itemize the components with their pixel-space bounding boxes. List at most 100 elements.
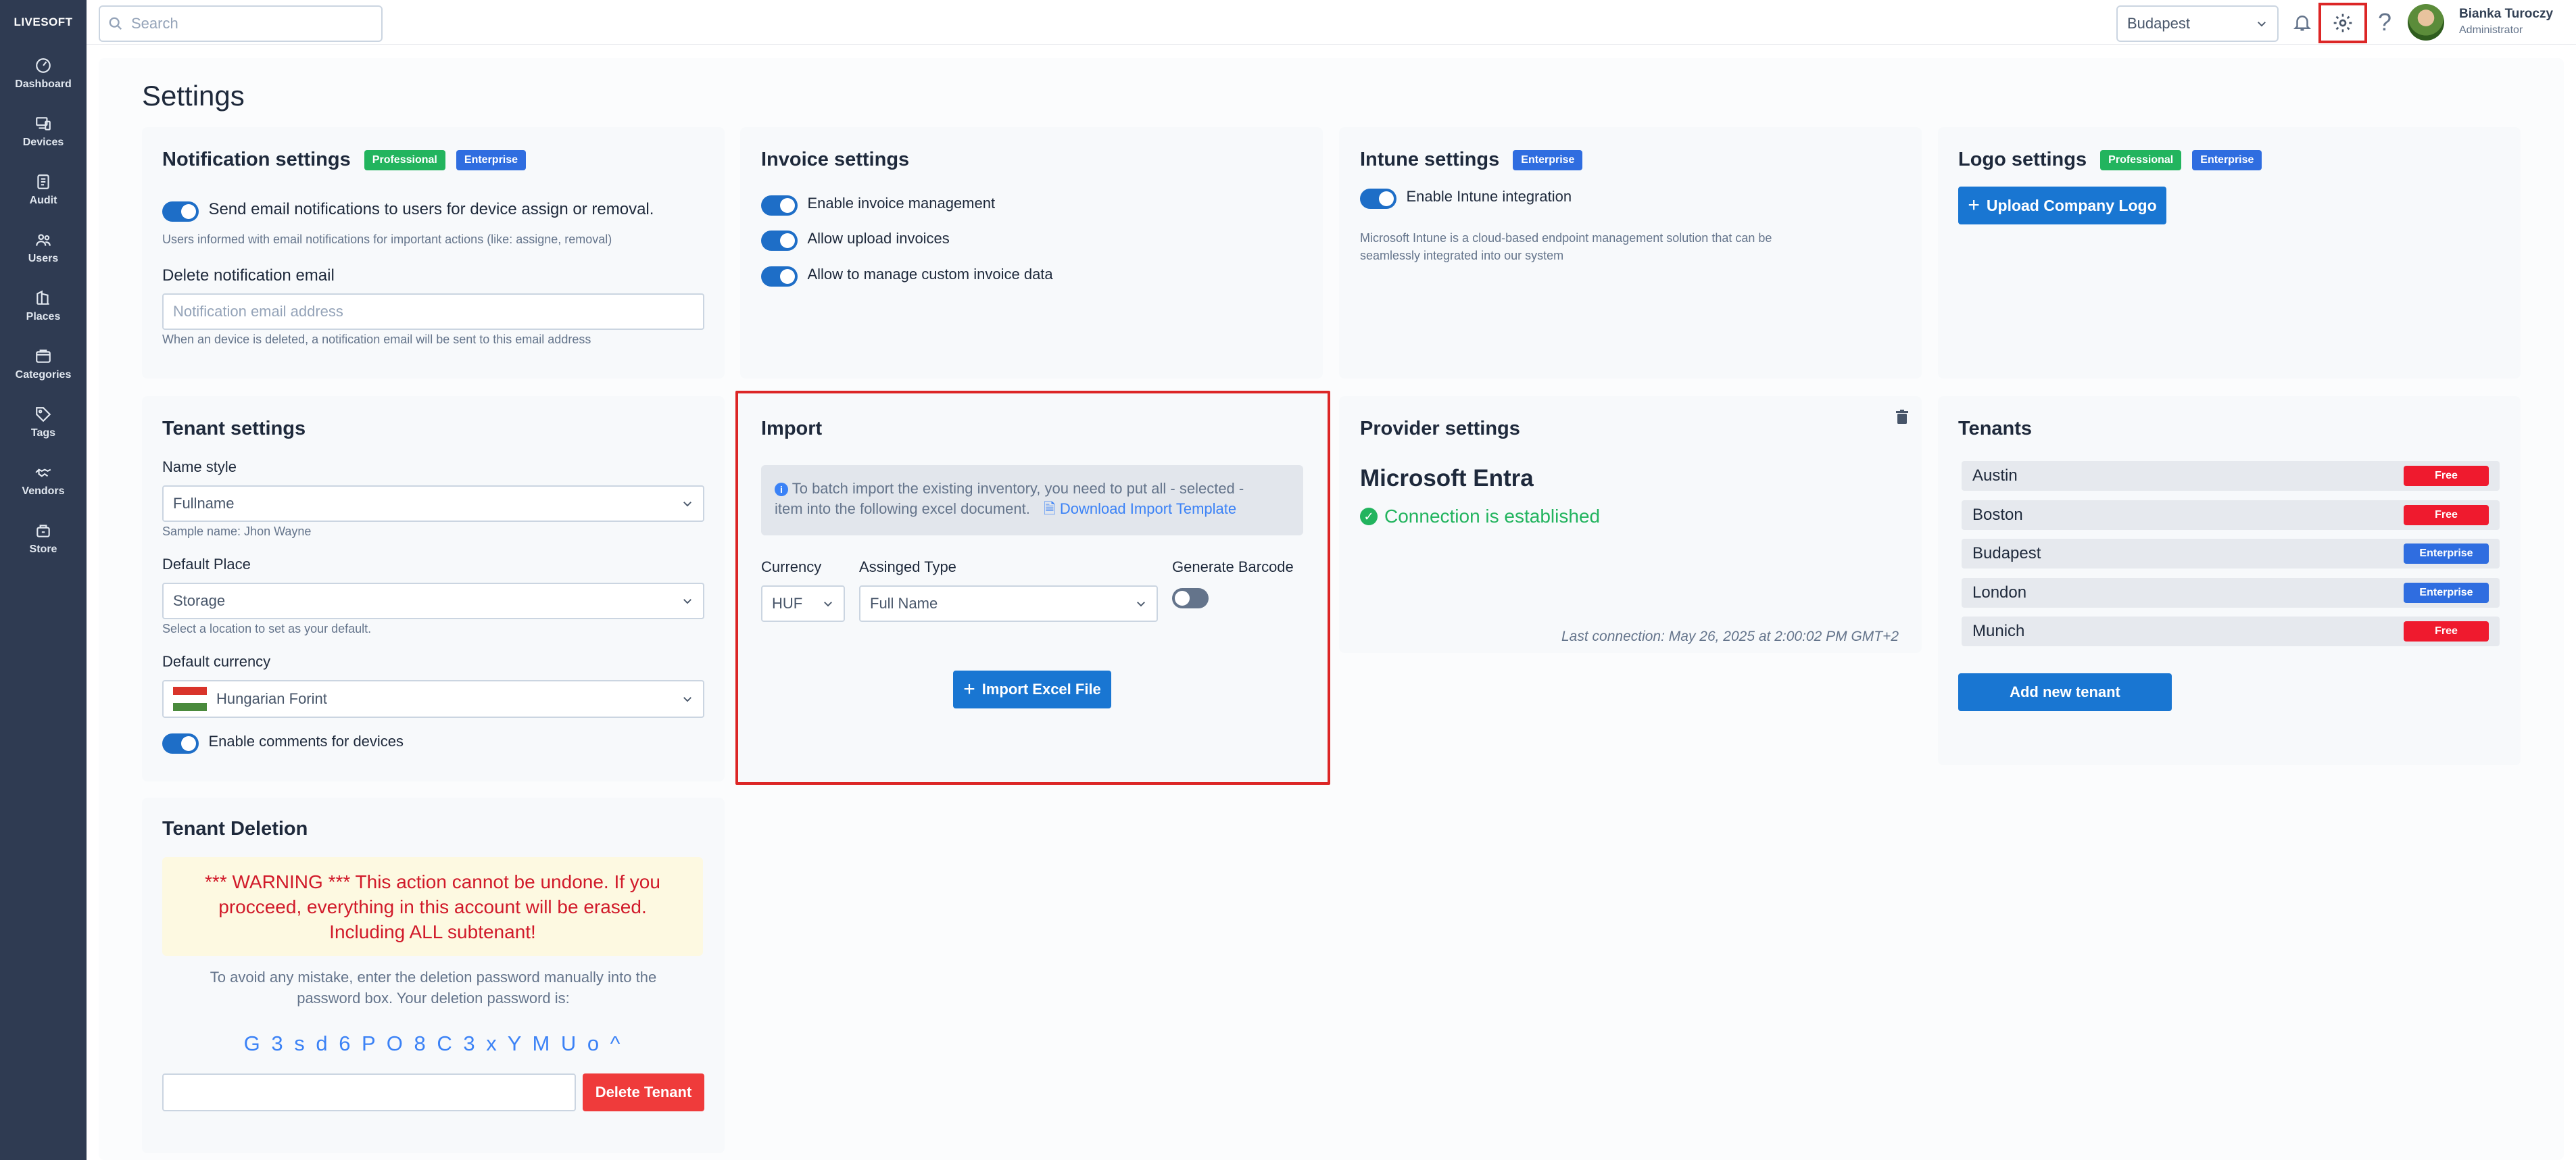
deletion-password: G 3 s d 6 P O 8 C 3 x Y M U o ^ bbox=[243, 1032, 623, 1055]
tenant-name: Budapest bbox=[1972, 544, 2041, 562]
upload-logo-button[interactable]: + Upload Company Logo bbox=[1958, 187, 2166, 224]
tag-icon bbox=[36, 407, 51, 422]
email-notification-toggle[interactable] bbox=[162, 201, 199, 222]
deletion-password-input[interactable] bbox=[173, 1084, 565, 1101]
delete-tenant-button[interactable]: Delete Tenant bbox=[583, 1073, 704, 1111]
delete-provider-button[interactable] bbox=[1894, 408, 1910, 427]
enterprise-badge: Enterprise bbox=[1513, 150, 1583, 171]
audit-icon bbox=[37, 174, 49, 189]
import-info-text: i To batch import the existing inventory… bbox=[775, 479, 1244, 519]
tenants-title: Tenants bbox=[1958, 418, 2033, 439]
assigned-type-select[interactable]: Full Name bbox=[859, 585, 1158, 622]
toggle-label: Send email notifications to users for de… bbox=[208, 200, 654, 218]
tenant-deletion-title: Tenant Deletion bbox=[162, 818, 308, 840]
tenant-name: Boston bbox=[1972, 506, 2023, 524]
default-currency-select[interactable]: Hungarian Forint bbox=[162, 680, 704, 718]
plan-badge: Enterprise bbox=[2404, 543, 2489, 564]
tenant-row[interactable]: London Enterprise bbox=[1962, 578, 2500, 608]
plan-badge: Enterprise bbox=[2404, 583, 2489, 603]
avatar[interactable] bbox=[2408, 4, 2444, 41]
chevron-down-icon bbox=[2258, 22, 2266, 27]
notification-email-input[interactable] bbox=[173, 303, 694, 320]
sidebar-item-dashboard[interactable]: Dashboard bbox=[0, 45, 87, 103]
sidebar-item-label: Audit bbox=[29, 195, 57, 206]
toggle-label: Enable Intune integration bbox=[1406, 188, 1572, 205]
warning-line: *** WARNING *** This action cannot be un… bbox=[205, 871, 660, 892]
tenant-row[interactable]: Boston Free bbox=[1962, 500, 2500, 530]
tenant-row[interactable]: Budapest Enterprise bbox=[1962, 539, 2500, 569]
sidebar-item-store[interactable]: Store bbox=[0, 510, 87, 568]
deletion-password-field[interactable] bbox=[162, 1073, 576, 1111]
intune-integration-toggle[interactable] bbox=[1360, 188, 1396, 209]
page-title: Settings bbox=[142, 80, 245, 112]
chevron-down-icon bbox=[1137, 602, 1145, 607]
invoice-management-toggle[interactable] bbox=[761, 195, 798, 216]
add-tenant-button[interactable]: Add new tenant bbox=[1958, 673, 2172, 711]
name-style-select[interactable]: Fullname bbox=[162, 485, 704, 522]
select-value: Storage bbox=[173, 592, 226, 609]
plan-badge: Free bbox=[2404, 621, 2489, 642]
user-role: Administrator bbox=[2459, 24, 2523, 36]
info-line: To batch import the existing inventory, … bbox=[792, 480, 1244, 497]
sidebar-item-label: Vendors bbox=[22, 485, 65, 497]
delete-email-label: Delete notification email bbox=[162, 266, 335, 285]
hungary-flag-icon bbox=[173, 687, 207, 711]
bell-icon bbox=[2293, 16, 2312, 31]
sidebar-item-devices[interactable]: Devices bbox=[0, 103, 87, 161]
users-icon bbox=[36, 234, 51, 246]
intune-description-line1: Microsoft Intune is a cloud-based endpoi… bbox=[1360, 231, 1772, 245]
sidebar-item-users[interactable]: Users bbox=[0, 219, 87, 277]
custom-invoice-data-toggle[interactable] bbox=[761, 266, 798, 287]
location-select[interactable]: Budapest bbox=[2116, 5, 2279, 42]
comments-toggle[interactable] bbox=[162, 733, 199, 754]
search-input[interactable] bbox=[131, 15, 374, 32]
sidebar-item-tags[interactable]: Tags bbox=[0, 393, 87, 452]
user-name: Bianka Turoczy bbox=[2459, 7, 2554, 21]
select-value: Fullname bbox=[173, 495, 235, 512]
sidebar-item-label: Categories bbox=[15, 369, 72, 381]
sidebar: LIVESOFT Dashboard Devices Audit Users P… bbox=[0, 0, 87, 1160]
select-value: Full Name bbox=[870, 595, 938, 612]
name-style-label: Name style bbox=[162, 458, 237, 475]
tenant-row[interactable]: Austin Free bbox=[1962, 461, 2500, 491]
provider-name: Microsoft Entra bbox=[1360, 465, 1534, 491]
generate-barcode-label: Generate Barcode bbox=[1172, 558, 1294, 575]
user-info[interactable]: Bianka Turoczy Administrator bbox=[2459, 7, 2553, 37]
generate-barcode-toggle[interactable] bbox=[1172, 588, 1209, 608]
download-template-link[interactable]: 🗎 Download Import Template bbox=[1044, 500, 1236, 517]
sidebar-item-places[interactable]: Places bbox=[0, 277, 87, 335]
warning-line: Including ALL subtenant! bbox=[329, 921, 536, 942]
currency-select[interactable]: HUF bbox=[761, 585, 845, 622]
sidebar-item-categories[interactable]: Categories bbox=[0, 335, 87, 393]
help-button[interactable]: ? bbox=[2373, 5, 2397, 39]
import-excel-button[interactable]: + Import Excel File bbox=[953, 671, 1111, 708]
upload-invoices-toggle[interactable] bbox=[761, 230, 798, 251]
notification-email-field[interactable] bbox=[162, 293, 704, 330]
sidebar-item-label: Devices bbox=[22, 137, 64, 148]
sidebar-item-audit[interactable]: Audit bbox=[0, 161, 87, 219]
invoice-option-row: Enable invoice management bbox=[761, 195, 995, 216]
select-value: Hungarian Forint bbox=[216, 690, 327, 707]
gear-icon bbox=[2333, 14, 2352, 32]
toggle-label: Enable invoice management bbox=[807, 195, 996, 212]
intune-description-line2: seamlessly integrated into our system bbox=[1360, 249, 1564, 262]
sidebar-item-vendors[interactable]: Vendors bbox=[0, 452, 87, 510]
default-place-label: Default Place bbox=[162, 556, 251, 573]
link-label: Download Import Template bbox=[1059, 500, 1237, 517]
tenant-row[interactable]: Munich Free bbox=[1962, 617, 2500, 646]
deletion-instruction: To avoid any mistake, enter the deletion… bbox=[162, 967, 704, 1009]
search-box[interactable] bbox=[99, 5, 383, 42]
sidebar-item-label: Dashboard bbox=[15, 78, 72, 90]
intune-toggle-row: Enable Intune integration bbox=[1360, 188, 1572, 209]
connection-status: ✓ Connection is established bbox=[1360, 506, 1600, 527]
settings-button[interactable] bbox=[2318, 3, 2367, 43]
categories-icon bbox=[36, 349, 51, 363]
notifications-button[interactable] bbox=[2289, 9, 2316, 36]
professional-badge: Professional bbox=[364, 150, 445, 171]
sidebar-item-label: Places bbox=[26, 311, 61, 322]
toggle-label: Allow to manage custom invoice data bbox=[807, 266, 1053, 283]
tenant-name: Austin bbox=[1972, 466, 2018, 485]
info-icon: i bbox=[775, 483, 788, 497]
default-place-select[interactable]: Storage bbox=[162, 583, 704, 619]
enterprise-badge: Enterprise bbox=[456, 150, 527, 171]
